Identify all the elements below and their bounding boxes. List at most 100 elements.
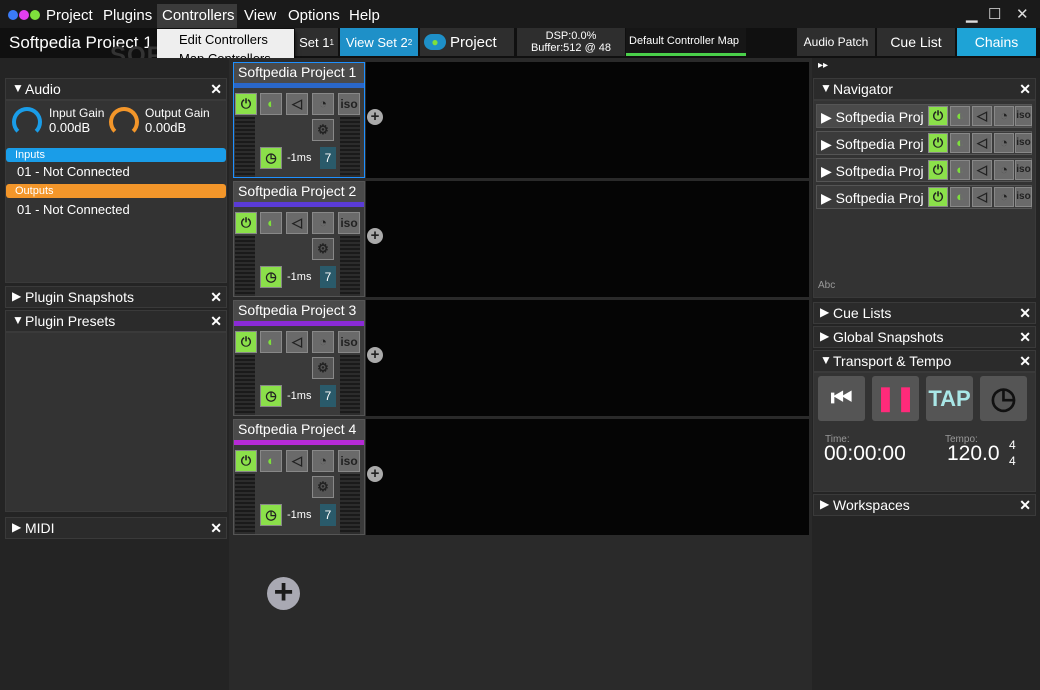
workspaces-header[interactable]: ▶ Workspaces ✕ [813,494,1036,516]
rewind-button[interactable]: ⏮ [818,376,865,421]
time-sig-bottom[interactable]: 4 [1009,454,1016,468]
track-name[interactable]: Softpedia Project 2 [234,182,364,202]
iso-icon[interactable]: iso [338,450,360,472]
settings-gear-icon[interactable]: ⚙ [312,238,334,260]
speaker-icon[interactable]: ◁ [286,212,308,234]
menu-plugins[interactable]: Plugins [103,7,152,24]
gauge-icon[interactable]: ◔ [994,160,1014,180]
tempo-value[interactable]: 120.0 [947,442,1000,466]
gauge-icon[interactable]: ◔ [312,331,334,353]
gauge-icon[interactable]: ◔ [312,450,334,472]
power-icon[interactable]: ⏻ [928,187,948,207]
snapshot-icon[interactable]: ◐ [260,93,282,115]
metronome-button[interactable]: ◷ [980,376,1027,421]
menu-view[interactable]: View [244,7,276,24]
power-icon[interactable]: ⏻ [235,212,257,234]
plugin-presets-header[interactable]: ▼ Plugin Presets ✕ [5,310,227,332]
iso-icon[interactable]: iso [338,331,360,353]
settings-gear-icon[interactable]: ⚙ [312,476,334,498]
maximize-icon[interactable]: ☐ [988,5,1001,23]
close-icon[interactable]: ✕ [1019,81,1031,98]
speaker-icon[interactable]: ◁ [972,106,992,126]
chain-track[interactable]: Softpedia Project 2 ⏻ ◐ ◁ ◔ iso ⚙ ◷ -1ms… [233,181,365,297]
project-view-button[interactable]: ● Project [420,28,514,56]
cue-list-button[interactable]: Cue List [877,28,955,56]
iso-icon[interactable]: iso [1015,187,1032,207]
close-icon[interactable]: ✕ [1016,5,1029,23]
settings-gear-icon[interactable]: ⚙ [312,357,334,379]
iso-icon[interactable]: iso [338,93,360,115]
pause-button[interactable]: ❚❚ [872,376,919,421]
controller-map-selector[interactable]: Default Controller Map [626,28,746,56]
chains-button[interactable]: Chains [957,28,1036,56]
chain-track[interactable]: Softpedia Project 4 ⏻ ◐ ◁ ◔ iso ⚙ ◷ -1ms… [233,419,365,535]
add-chain-icon[interactable]: + [267,575,300,610]
speaker-icon[interactable]: ◁ [972,187,992,207]
gauge-icon[interactable]: ◔ [312,212,334,234]
clock-icon[interactable]: ◷ [260,147,282,169]
set1-button[interactable]: Set 11 [295,28,338,56]
power-icon[interactable]: ⏻ [235,450,257,472]
add-plugin-icon[interactable]: + [367,466,383,482]
snapshot-icon[interactable]: ◐ [260,212,282,234]
close-icon[interactable]: ✕ [210,81,222,98]
view-set2-button[interactable]: View Set 22 [340,28,418,56]
edit-controllers-item[interactable]: Edit Controllers [179,32,268,47]
power-icon[interactable]: ⏻ [928,106,948,126]
snapshot-icon[interactable]: ◐ [260,331,282,353]
menu-help[interactable]: Help [349,7,380,24]
snapshot-icon[interactable]: ◐ [950,160,970,180]
iso-icon[interactable]: iso [338,212,360,234]
navigator-row[interactable]: ▶ Softpedia Proj ⏻ ◐ ◁ ◔ iso [816,158,1032,182]
navigator-header[interactable]: ▼ Navigator ✕ [813,78,1036,100]
navigator-row[interactable]: ▶ Softpedia Proj ⏻ ◐ ◁ ◔ iso [816,185,1032,209]
speaker-icon[interactable]: ◁ [286,450,308,472]
transport-header[interactable]: ▼ Transport & Tempo ✕ [813,350,1036,372]
audio-panel-header[interactable]: ▼ Audio ✕ [5,78,227,100]
power-icon[interactable]: ⏻ [235,93,257,115]
close-icon[interactable]: ✕ [1019,329,1031,346]
speaker-icon[interactable]: ◁ [286,331,308,353]
cue-lists-header[interactable]: ▶ Cue Lists ✕ [813,302,1036,324]
time-sig-top[interactable]: 4 [1009,438,1016,452]
input-gain-knob[interactable] [12,107,42,137]
input-item[interactable]: 01 - Not Connected [17,164,130,179]
gauge-icon[interactable]: ◔ [994,133,1014,153]
power-icon[interactable]: ⏻ [928,133,948,153]
speaker-icon[interactable]: ◁ [972,160,992,180]
iso-icon[interactable]: iso [1015,106,1032,126]
menu-controllers[interactable]: Controllers [157,4,237,30]
close-icon[interactable]: ✕ [210,313,222,330]
menu-options[interactable]: Options [288,7,340,24]
power-icon[interactable]: ⏻ [928,160,948,180]
output-item[interactable]: 01 - Not Connected [17,202,130,217]
speaker-icon[interactable]: ◁ [286,93,308,115]
close-icon[interactable]: ✕ [1019,497,1031,514]
iso-icon[interactable]: iso [1015,133,1032,153]
track-name[interactable]: Softpedia Project 3 [234,301,364,321]
clock-icon[interactable]: ◷ [260,385,282,407]
chain-track[interactable]: Softpedia Project 3 ⏻ ◐ ◁ ◔ iso ⚙ ◷ -1ms… [233,300,365,416]
minimize-icon[interactable]: ▁ [966,5,978,23]
snapshot-icon[interactable]: ◐ [950,106,970,126]
expand-arrows-icon[interactable]: ▸▸ [818,60,828,71]
close-icon[interactable]: ✕ [210,520,222,537]
menu-project[interactable]: Project [46,7,93,24]
snapshot-icon[interactable]: ◐ [950,187,970,207]
snapshot-icon[interactable]: ◐ [260,450,282,472]
close-icon[interactable]: ✕ [210,289,222,306]
clock-icon[interactable]: ◷ [260,266,282,288]
navigator-row[interactable]: ▶ Softpedia Proj ⏻ ◐ ◁ ◔ iso [816,104,1032,128]
power-icon[interactable]: ⏻ [235,331,257,353]
audio-patch-button[interactable]: Audio Patch [797,28,875,56]
close-icon[interactable]: ✕ [1019,305,1031,322]
gauge-icon[interactable]: ◔ [312,93,334,115]
chain-track[interactable]: Softpedia Project 1 ⏻ ◐ ◁ ◔ iso ⚙ ◷ -1ms… [233,62,365,178]
global-snapshots-header[interactable]: ▶ Global Snapshots ✕ [813,326,1036,348]
output-gain-knob[interactable] [109,107,139,137]
track-name[interactable]: Softpedia Project 1 [234,63,364,83]
snapshot-icon[interactable]: ◐ [950,133,970,153]
gauge-icon[interactable]: ◔ [994,106,1014,126]
plugin-snapshots-header[interactable]: ▶ Plugin Snapshots ✕ [5,286,227,308]
add-plugin-icon[interactable]: + [367,347,383,363]
